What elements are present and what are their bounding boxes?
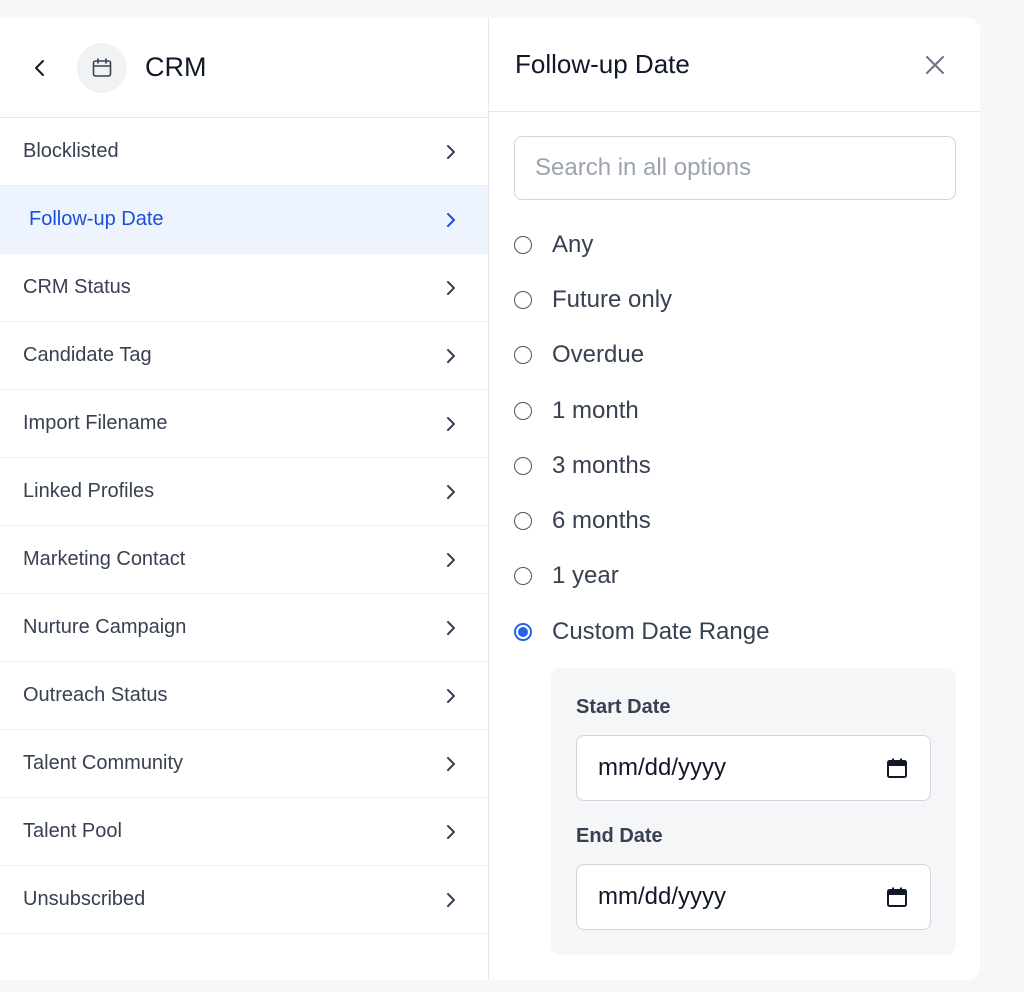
chevron-right-icon [444, 346, 458, 366]
sidebar-item-label: Follow-up Date [29, 208, 164, 230]
radio-option[interactable]: 6 months [514, 493, 769, 548]
sidebar-item[interactable]: Marketing Contact [0, 526, 488, 594]
custom-date-range-box: Start Date mm/dd/yyyy End Date mm/dd/yyy… [551, 668, 956, 955]
radio-unchecked-icon[interactable] [514, 512, 532, 531]
chevron-right-icon [444, 686, 458, 706]
radio-unchecked-icon[interactable] [514, 401, 532, 420]
back-button[interactable] [20, 48, 60, 88]
radio-option-label: Any [552, 230, 594, 258]
sidebar-item[interactable]: CRM Status [0, 254, 488, 322]
chevron-right-icon [444, 414, 458, 434]
sidebar-item[interactable]: Blocklisted [0, 118, 488, 186]
end-date-input[interactable]: mm/dd/yyyy [576, 864, 931, 930]
chevron-right-icon [444, 278, 458, 298]
radio-option[interactable]: Overdue [514, 328, 769, 383]
sidebar-item[interactable]: Talent Pool [0, 798, 488, 866]
end-date-label: End Date [576, 825, 663, 847]
chevron-right-icon [444, 142, 458, 162]
sidebar-item-label: Unsubscribed [23, 888, 146, 910]
radio-option-label: 3 months [552, 451, 651, 479]
category-list: Blocklisted Follow-up Date CRM Status Candi… [0, 118, 488, 934]
start-date-input[interactable]: mm/dd/yyyy [576, 735, 931, 801]
sidebar-title: CRM [145, 52, 207, 82]
radio-unchecked-icon[interactable] [514, 456, 532, 475]
sidebar-item-label: Talent Pool [23, 820, 122, 842]
sidebar-item[interactable]: Candidate Tag [0, 322, 488, 390]
calendar-icon[interactable] [886, 886, 908, 908]
sidebar-item-label: Import Filename [23, 412, 168, 434]
radio-option-label: 1 month [552, 396, 639, 424]
chevron-left-icon [35, 59, 44, 76]
chevron-right-icon [444, 618, 458, 638]
options-pane: Follow-up Date Any Future only Overdue 1 mo… [489, 18, 980, 980]
radio-option-list: Any Future only Overdue 1 month 3 months 6 mo… [514, 217, 769, 659]
chevron-right-icon [444, 550, 458, 570]
radio-unchecked-icon[interactable] [514, 346, 532, 365]
radio-option-label: Overdue [552, 341, 645, 369]
radio-unchecked-icon[interactable] [514, 235, 532, 254]
sidebar-item-label: Linked Profiles [23, 480, 155, 502]
close-button[interactable] [920, 50, 950, 80]
search-input[interactable] [514, 136, 956, 200]
sidebar-item[interactable]: Unsubscribed [0, 866, 488, 934]
radio-option-label: 1 year [552, 562, 619, 590]
radio-unchecked-icon[interactable] [514, 290, 532, 309]
options-title: Follow-up Date [515, 49, 690, 79]
radio-option-label: Future only [552, 285, 673, 313]
end-date-value: mm/dd/yyyy [598, 883, 727, 910]
radio-option[interactable]: 1 month [514, 383, 769, 438]
close-icon [926, 55, 944, 74]
sidebar-item-label: Marketing Contact [23, 548, 186, 570]
sidebar-item-label: Candidate Tag [23, 344, 152, 366]
sidebar-header: CRM [0, 18, 488, 118]
radio-unchecked-icon[interactable] [514, 567, 532, 586]
radio-checked-icon[interactable] [514, 622, 532, 641]
chevron-right-icon [444, 210, 458, 230]
radio-option[interactable]: Future only [514, 272, 769, 327]
sidebar-item-label: Blocklisted [23, 140, 119, 162]
filter-sidebar: CRM Blocklisted Follow-up Date CRM Status C… [0, 18, 489, 980]
sidebar-item-label: Outreach Status [23, 684, 168, 706]
radio-option[interactable]: Custom Date Range [514, 604, 769, 659]
radio-option-label: Custom Date Range [552, 617, 770, 645]
radio-option[interactable]: 1 year [514, 549, 769, 604]
chevron-right-icon [444, 754, 458, 774]
chevron-right-icon [444, 822, 458, 842]
category-icon-badge [77, 42, 127, 93]
sidebar-item[interactable]: Nurture Campaign [0, 594, 488, 662]
sidebar-item[interactable]: Linked Profiles [0, 458, 488, 526]
chevron-right-icon [444, 482, 458, 502]
calendar-icon[interactable] [886, 757, 908, 779]
calendar-icon [92, 57, 112, 77]
options-header: Follow-up Date [489, 18, 980, 112]
start-date-label: Start Date [576, 696, 671, 718]
sidebar-item-label: CRM Status [23, 276, 131, 298]
sidebar-item[interactable]: Follow-up Date [0, 186, 488, 254]
filter-panel: CRM Blocklisted Follow-up Date CRM Status C… [0, 18, 980, 980]
sidebar-item[interactable]: Outreach Status [0, 662, 488, 730]
radio-option[interactable]: 3 months [514, 438, 769, 493]
chevron-right-icon [444, 890, 458, 910]
start-date-value: mm/dd/yyyy [598, 754, 727, 781]
sidebar-item[interactable]: Talent Community [0, 730, 488, 798]
sidebar-item[interactable]: Import Filename [0, 390, 488, 458]
sidebar-item-label: Talent Community [23, 752, 184, 774]
radio-option[interactable]: Any [514, 217, 769, 272]
radio-option-label: 6 months [552, 507, 651, 535]
sidebar-item-label: Nurture Campaign [23, 616, 187, 638]
